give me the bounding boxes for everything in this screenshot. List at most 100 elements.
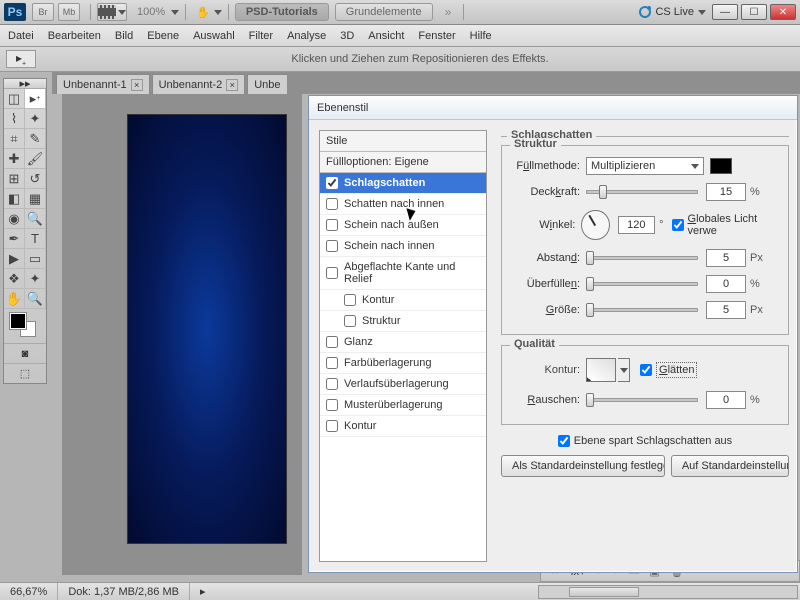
minimize-button[interactable]: — (712, 4, 738, 20)
spread-input[interactable]: 0 (706, 275, 746, 293)
style-kante-relief[interactable]: Abgeflachte Kante und Relief (320, 257, 486, 290)
shape-tool-icon[interactable]: ▭ (25, 249, 46, 269)
lasso-tool-icon[interactable]: ⌇ (4, 109, 25, 129)
brush-tool-icon[interactable]: 🖌 (25, 149, 46, 169)
style-checkbox[interactable] (326, 357, 338, 369)
close-tab-icon[interactable]: × (131, 79, 143, 91)
global-light-checkbox[interactable] (672, 219, 684, 231)
eyedropper-tool-icon[interactable]: ✎ (25, 129, 46, 149)
expand-workspaces-icon[interactable]: » (445, 5, 452, 19)
dodge-tool-icon[interactable]: 🔍 (25, 209, 46, 229)
crop-tool-icon[interactable]: ⌗ (4, 129, 25, 149)
close-button[interactable]: ✕ (770, 4, 796, 20)
style-verlaufsueberlagerung[interactable]: Verlaufsüberlagerung (320, 374, 486, 395)
set-default-button[interactable]: Als Standardeinstellung festlegen (501, 455, 665, 477)
document-canvas[interactable] (127, 114, 287, 544)
opacity-input[interactable]: 15 (706, 183, 746, 201)
contour-preview[interactable] (586, 358, 616, 382)
menu-fenster[interactable]: Fenster (418, 30, 455, 42)
zoom-level[interactable]: 100% (137, 6, 165, 18)
menu-filter[interactable]: Filter (249, 30, 273, 42)
style-checkbox[interactable] (326, 177, 338, 189)
opacity-slider[interactable] (586, 190, 698, 194)
distance-slider[interactable] (586, 256, 698, 260)
antialias-checkbox[interactable] (640, 364, 652, 376)
healing-brush-tool-icon[interactable]: ✚ (4, 149, 25, 169)
zoom-tool-icon[interactable]: 🔍 (25, 289, 46, 309)
shadow-color-swatch[interactable] (710, 158, 732, 174)
menu-bild[interactable]: Bild (115, 30, 133, 42)
view-extras-button[interactable] (97, 3, 127, 21)
blur-tool-icon[interactable]: ◉ (4, 209, 25, 229)
distance-input[interactable]: 5 (706, 249, 746, 267)
workspace-grundelemente[interactable]: Grundelemente (335, 3, 433, 21)
scrollbar-thumb[interactable] (569, 587, 639, 597)
style-musterueberlagerung[interactable]: Musterüberlagerung (320, 395, 486, 416)
reset-default-button[interactable]: Auf Standardeinstellun (671, 455, 789, 477)
menu-datei[interactable]: Datei (8, 30, 34, 42)
slider-thumb[interactable] (586, 303, 594, 317)
document-tab[interactable]: Unbe (247, 74, 286, 94)
style-checkbox[interactable] (326, 240, 338, 252)
path-selection-tool-icon[interactable]: ▶ (4, 249, 25, 269)
document-tab[interactable]: Unbenannt-1× (56, 74, 150, 94)
move-tool-icon[interactable]: ▸+ (25, 89, 46, 109)
bridge-button[interactable]: Br (32, 3, 54, 21)
fill-options-row[interactable]: Füllloptionen: Eigene (320, 152, 486, 173)
3d-tool-icon[interactable]: ❖ (4, 269, 25, 289)
menu-3d[interactable]: 3D (340, 30, 354, 42)
style-kontur-sub[interactable]: Kontur (320, 290, 486, 311)
history-brush-tool-icon[interactable]: ↺ (25, 169, 46, 189)
slider-thumb[interactable] (586, 277, 594, 291)
size-input[interactable]: 5 (706, 301, 746, 319)
menu-bearbeiten[interactable]: Bearbeiten (48, 30, 101, 42)
menu-analyse[interactable]: Analyse (287, 30, 326, 42)
type-tool-icon[interactable]: T (25, 229, 46, 249)
style-schein-innen[interactable]: Schein nach innen (320, 236, 486, 257)
maximize-button[interactable]: ☐ (741, 4, 767, 20)
blendmode-select[interactable]: Multiplizieren (586, 157, 704, 175)
foreground-color-swatch[interactable] (10, 313, 26, 329)
menu-ansicht[interactable]: Ansicht (368, 30, 404, 42)
noise-input[interactable]: 0 (706, 391, 746, 409)
magic-wand-tool-icon[interactable]: ✦ (25, 109, 46, 129)
color-swatches[interactable] (4, 309, 46, 343)
hand-tool-icon[interactable]: ✋ (4, 289, 25, 309)
slider-thumb[interactable] (586, 251, 594, 265)
current-tool-preset[interactable]: ▸+ (6, 50, 36, 68)
horizontal-scrollbar[interactable] (538, 585, 798, 599)
angle-dial[interactable] (581, 210, 609, 240)
workspace-psd-tutorials[interactable]: PSD-Tutorials (235, 3, 329, 21)
style-farbueberlagerung[interactable]: Farbüberlagerung (320, 353, 486, 374)
dialog-title-bar[interactable]: Ebenenstil (309, 96, 797, 120)
style-checkbox[interactable] (326, 399, 338, 411)
style-checkbox[interactable] (326, 378, 338, 390)
style-checkbox[interactable] (326, 267, 338, 279)
3d-camera-tool-icon[interactable]: ✦ (25, 269, 46, 289)
style-schlagschatten[interactable]: Schlagschatten (320, 173, 486, 194)
status-zoom[interactable]: 66,67% (0, 583, 58, 600)
style-kontur[interactable]: Kontur (320, 416, 486, 437)
style-checkbox[interactable] (326, 198, 338, 210)
style-checkbox[interactable] (344, 294, 356, 306)
spread-slider[interactable] (586, 282, 698, 286)
angle-input[interactable]: 120 (618, 216, 656, 234)
cs-live-button[interactable]: CS Live (639, 6, 706, 18)
style-checkbox[interactable] (326, 219, 338, 231)
eraser-tool-icon[interactable]: ◧ (4, 189, 25, 209)
style-schein-aussen[interactable]: Schein nach außen (320, 215, 486, 236)
size-slider[interactable] (586, 308, 698, 312)
screen-mode-icon[interactable]: ⬚ (4, 363, 46, 383)
marquee-tool-icon[interactable]: ◫ (4, 89, 25, 109)
slider-thumb[interactable] (586, 393, 594, 407)
minibridge-button[interactable]: Mb (58, 3, 80, 21)
gradient-tool-icon[interactable]: ▦ (25, 189, 46, 209)
stamp-tool-icon[interactable]: ⊞ (4, 169, 25, 189)
quick-mask-icon[interactable]: ◙ (4, 343, 46, 363)
status-doc-info[interactable]: Dok: 1,37 MB/2,86 MB (58, 583, 190, 600)
style-checkbox[interactable] (326, 420, 338, 432)
contour-dropdown[interactable] (618, 358, 630, 382)
document-tab[interactable]: Unbenannt-2× (152, 74, 246, 94)
noise-slider[interactable] (586, 398, 698, 402)
style-schatten-innen[interactable]: Schatten nach innen (320, 194, 486, 215)
